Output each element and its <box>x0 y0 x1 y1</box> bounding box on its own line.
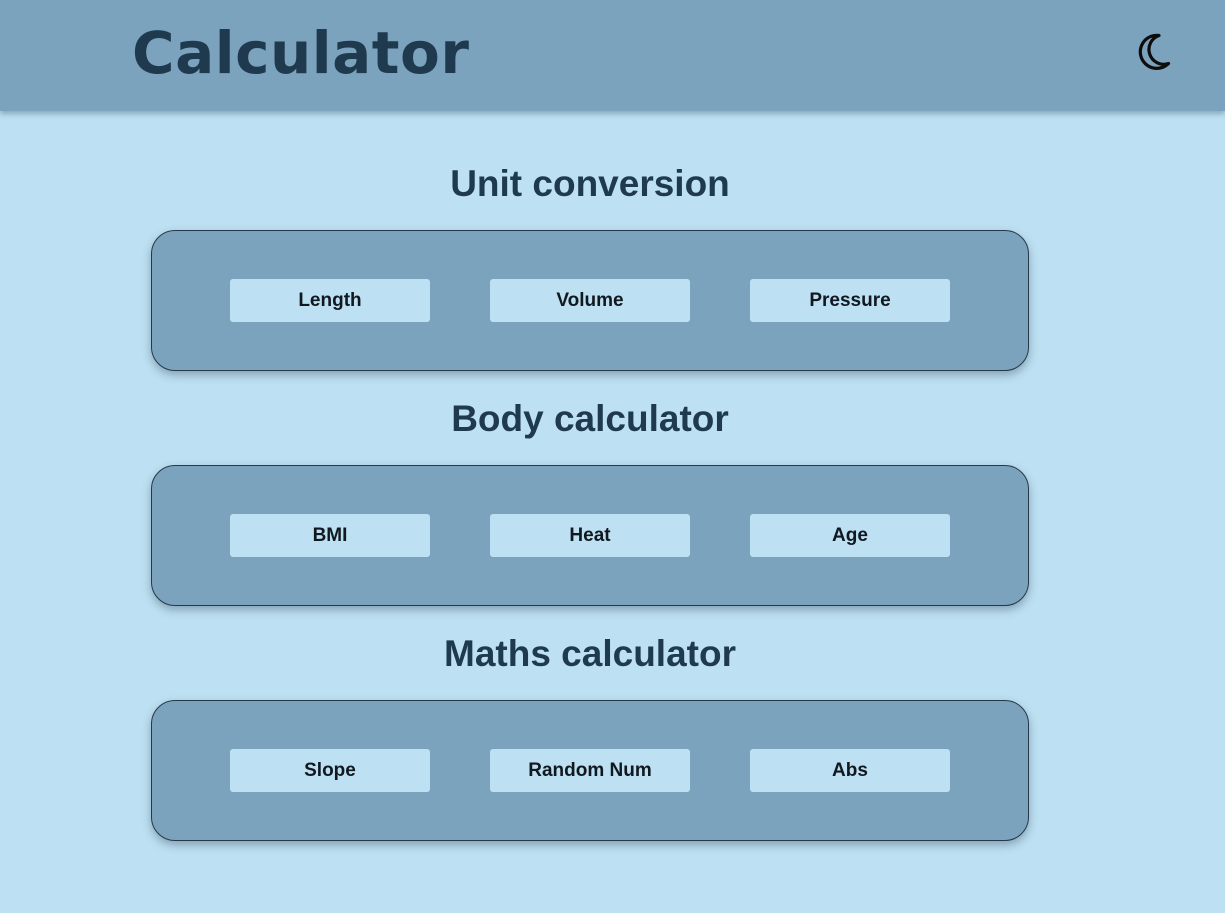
length-button[interactable]: Length <box>230 279 430 322</box>
section-title-maths-calculator: Maths calculator <box>444 633 736 674</box>
section-title-unit-conversion: Unit conversion <box>450 163 730 204</box>
volume-button[interactable]: Volume <box>490 279 690 322</box>
section-title-body-calculator: Body calculator <box>451 398 729 439</box>
app-header: Calculator <box>0 0 1225 111</box>
slope-button[interactable]: Slope <box>230 749 430 792</box>
unit-conversion-card: Length Volume Pressure <box>151 230 1029 371</box>
body-calculator-card: BMI Heat Age <box>151 465 1029 606</box>
pressure-button[interactable]: Pressure <box>750 279 950 322</box>
bmi-button[interactable]: BMI <box>230 514 430 557</box>
random-num-button[interactable]: Random Num <box>490 749 690 792</box>
theme-toggle-button[interactable] <box>1134 32 1174 72</box>
maths-calculator-card: Slope Random Num Abs <box>151 700 1029 841</box>
heat-button[interactable]: Heat <box>490 514 690 557</box>
moon-icon <box>1134 32 1174 72</box>
app-title: Calculator <box>132 19 470 87</box>
abs-button[interactable]: Abs <box>750 749 950 792</box>
age-button[interactable]: Age <box>750 514 950 557</box>
